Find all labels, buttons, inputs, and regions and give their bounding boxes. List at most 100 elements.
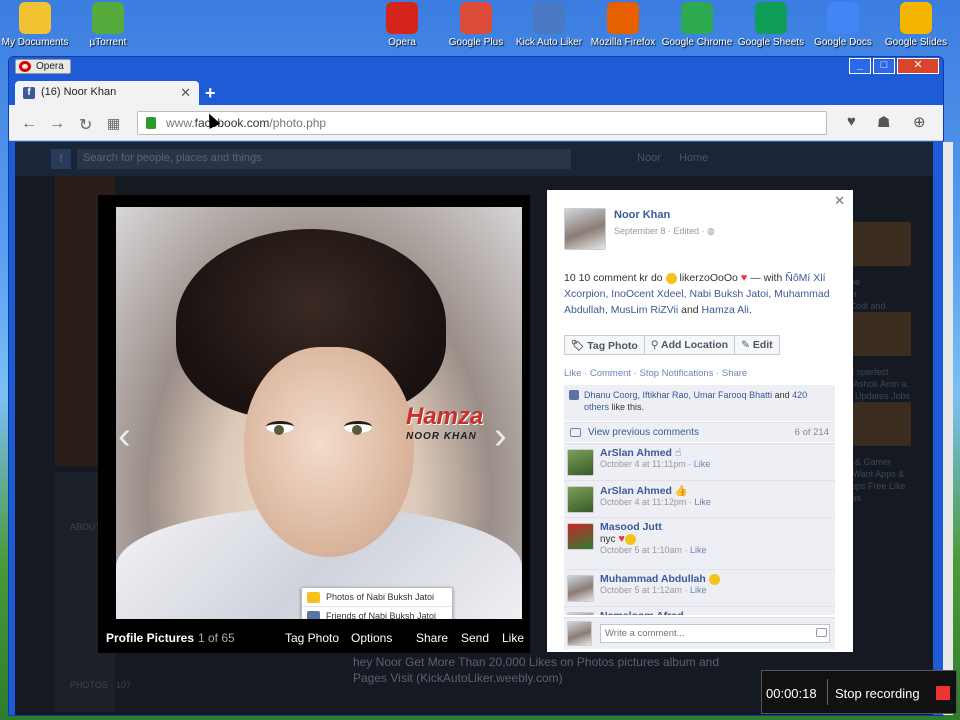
post-text-part: — with bbox=[747, 272, 786, 284]
options-link[interactable]: Options bbox=[351, 631, 392, 645]
add-location-button[interactable]: ⚲ Add Location bbox=[643, 335, 736, 355]
sidebar-thumbnail bbox=[845, 312, 911, 356]
fullscreen-icon[interactable]: ⤢ bbox=[515, 207, 522, 220]
author-name-link[interactable]: Noor Khan bbox=[614, 209, 670, 221]
commenter-avatar[interactable] bbox=[567, 486, 594, 513]
speed-dial-icon[interactable]: ▦ bbox=[107, 115, 120, 132]
download-icon[interactable]: ⊕ bbox=[913, 113, 926, 131]
header-home-link[interactable]: Home bbox=[679, 152, 708, 164]
stop-recording-button[interactable]: Stop recording bbox=[835, 686, 920, 701]
stash-heart-icon[interactable]: ♥ bbox=[847, 113, 856, 130]
desktop-icon-google-slides[interactable]: Google Slides bbox=[874, 2, 958, 48]
send-link[interactable]: Send bbox=[461, 631, 489, 645]
comment-like-link[interactable]: Like bbox=[690, 585, 707, 595]
thumbs-up-emoji-icon: 👍 bbox=[674, 485, 688, 497]
desktop-icon-kick-auto-liker[interactable]: Kick Auto Liker bbox=[507, 2, 591, 48]
close-window-button[interactable]: ✕ bbox=[897, 58, 939, 74]
author-avatar[interactable] bbox=[564, 208, 606, 250]
ghost-extension-icon[interactable]: ☗ bbox=[877, 113, 890, 131]
desktop-icon-google-plus[interactable]: Google Plus bbox=[434, 2, 518, 48]
commenter-name[interactable]: Masood Jutt bbox=[600, 518, 835, 533]
comment-like-link[interactable]: Like bbox=[690, 545, 707, 555]
header-user-name[interactable]: Noor bbox=[637, 152, 661, 164]
url-prefix: www. bbox=[166, 116, 195, 130]
tag-photo-link[interactable]: Tag Photo bbox=[285, 631, 339, 645]
comment-item: Masood Jutt nyc ♥ October 5 at 1:10am · … bbox=[564, 517, 835, 569]
comment-time[interactable]: October 4 at 11:12pm bbox=[600, 497, 686, 507]
maximize-button[interactable]: □ bbox=[873, 58, 895, 74]
camera-icon[interactable] bbox=[816, 628, 827, 637]
browser-window: Opera _ □ ✕ f (16) Noor Khan ✕ + ← → ↻ ▦… bbox=[8, 56, 953, 716]
photos-icon bbox=[307, 592, 320, 603]
comment-like-link[interactable]: Like bbox=[694, 497, 711, 507]
previous-photo-arrow-icon[interactable]: ‹ bbox=[118, 415, 131, 458]
commenter-avatar[interactable] bbox=[567, 575, 594, 602]
like-link[interactable]: Like bbox=[502, 631, 524, 645]
tag-photo-button[interactable]: 🏷 Tag Photo bbox=[564, 335, 645, 355]
photo-position: 1 of 65 bbox=[198, 631, 235, 645]
close-tab-icon[interactable]: ✕ bbox=[180, 85, 191, 101]
album-title-link[interactable]: Profile Pictures bbox=[106, 631, 194, 645]
menu-item-friends-of[interactable]: Friends of Nabi Buksh Jatoi bbox=[302, 606, 452, 619]
desktop-icon-mozilla-firefox[interactable]: Mozilla Firefox bbox=[581, 2, 665, 48]
forward-arrow-icon[interactable]: → bbox=[49, 115, 65, 133]
tagged-friend-link[interactable]: Hamza Ali bbox=[702, 304, 749, 316]
commenter-name[interactable]: ArSlan Ahmed 👍 bbox=[600, 481, 835, 497]
post-action-links[interactable]: Like · Comment · Stop Notifications · Sh… bbox=[564, 368, 747, 379]
comment-icon bbox=[570, 428, 581, 437]
commenter-avatar[interactable] bbox=[567, 523, 594, 550]
comment-list: ArSlan Ahmed ☝ October 4 at 11:11pm · Li… bbox=[564, 443, 835, 615]
sidebar-snippet: lim bbox=[845, 288, 925, 300]
commenter-name[interactable]: Muhammad Abdullah bbox=[600, 570, 835, 585]
opera-logo-icon bbox=[19, 61, 31, 72]
back-arrow-icon[interactable]: ← bbox=[21, 115, 37, 133]
page-scrollbar[interactable] bbox=[943, 142, 953, 715]
commenter-name[interactable]: ArSlan Ahmed ☝ bbox=[600, 444, 835, 459]
public-globe-icon: ◍ bbox=[707, 226, 715, 236]
desktop-icon-google-docs[interactable]: Google Docs bbox=[801, 2, 885, 48]
address-bar[interactable]: www.facebook.com/photo.php bbox=[137, 111, 827, 135]
sidebar-snippet: Apps Free Like bbox=[845, 481, 906, 491]
edit-button[interactable]: ✎ Edit bbox=[734, 335, 780, 355]
my-documents-icon bbox=[19, 2, 51, 34]
tab-bar: f (16) Noor Khan ✕ + bbox=[9, 77, 943, 105]
comment-meta: October 4 at 11:11pm · Like bbox=[600, 459, 711, 469]
recording-timer: 00:00:18 bbox=[766, 686, 817, 701]
close-viewer-icon[interactable]: ✕ bbox=[834, 193, 845, 209]
commenter-name[interactable]: Namaloom Afrad bbox=[600, 607, 835, 615]
opera-menu-button[interactable]: Opera bbox=[15, 59, 71, 74]
smile-emoji-icon bbox=[624, 533, 636, 545]
reload-icon[interactable]: ↻ bbox=[79, 115, 92, 135]
comment-item: Namaloom Afrad bbox=[564, 606, 835, 615]
tab-facebook[interactable]: f (16) Noor Khan ✕ bbox=[15, 81, 199, 105]
button-label: Edit bbox=[752, 339, 773, 351]
commenter-avatar[interactable] bbox=[567, 449, 594, 476]
view-previous-comments[interactable]: View previous comments 6 of 214 bbox=[564, 422, 835, 442]
desktop-icon-google-chrome[interactable]: Google Chrome bbox=[655, 2, 739, 48]
likers-links[interactable]: Dhanu Coorg, Iftikhar Rao, Umar Farooq B… bbox=[584, 390, 772, 400]
opera-menu-label: Opera bbox=[36, 61, 64, 72]
comment-input[interactable] bbox=[600, 624, 830, 643]
photo-viewer: Hamza NOOR KHAN ‹ › ⤢ Photos of Nabi Buk… bbox=[98, 195, 530, 653]
right-sidebar: Leeliml Codi and ell sperfect & Ashok Aron… bbox=[845, 222, 925, 622]
post-date-text[interactable]: September 8 · Edited · bbox=[614, 226, 707, 236]
sidebar-snippet: ell sperfect bbox=[845, 367, 889, 377]
minimize-button[interactable]: _ bbox=[849, 58, 871, 74]
button-label: Tag Photo bbox=[587, 340, 638, 352]
facebook-search-input[interactable]: Search for people, places and things bbox=[77, 149, 571, 169]
comment-time[interactable]: October 5 at 1:12am bbox=[600, 585, 682, 595]
desktop-icon--torrent[interactable]: µTorrent bbox=[66, 2, 150, 48]
comment-item: ArSlan Ahmed ☝ October 4 at 11:11pm · Li… bbox=[564, 443, 835, 480]
desktop-icon-opera[interactable]: Opera bbox=[360, 2, 444, 48]
comment-time[interactable]: October 4 at 11:11pm bbox=[600, 459, 686, 469]
photo-watermark: Hamza NOOR KHAN bbox=[406, 405, 483, 447]
new-tab-button[interactable]: + bbox=[205, 83, 216, 104]
commenter-avatar[interactable] bbox=[567, 612, 594, 615]
tab-title: (16) Noor Khan bbox=[41, 86, 117, 98]
comment-like-link[interactable]: Like bbox=[694, 459, 711, 469]
next-photo-arrow-icon[interactable]: › bbox=[494, 415, 507, 458]
stop-square-icon[interactable] bbox=[936, 686, 950, 700]
share-link[interactable]: Share bbox=[416, 631, 448, 645]
menu-item-photos-of[interactable]: Photos of Nabi Buksh Jatoi bbox=[302, 588, 452, 606]
comment-time[interactable]: October 5 at 1:10am bbox=[600, 545, 682, 555]
